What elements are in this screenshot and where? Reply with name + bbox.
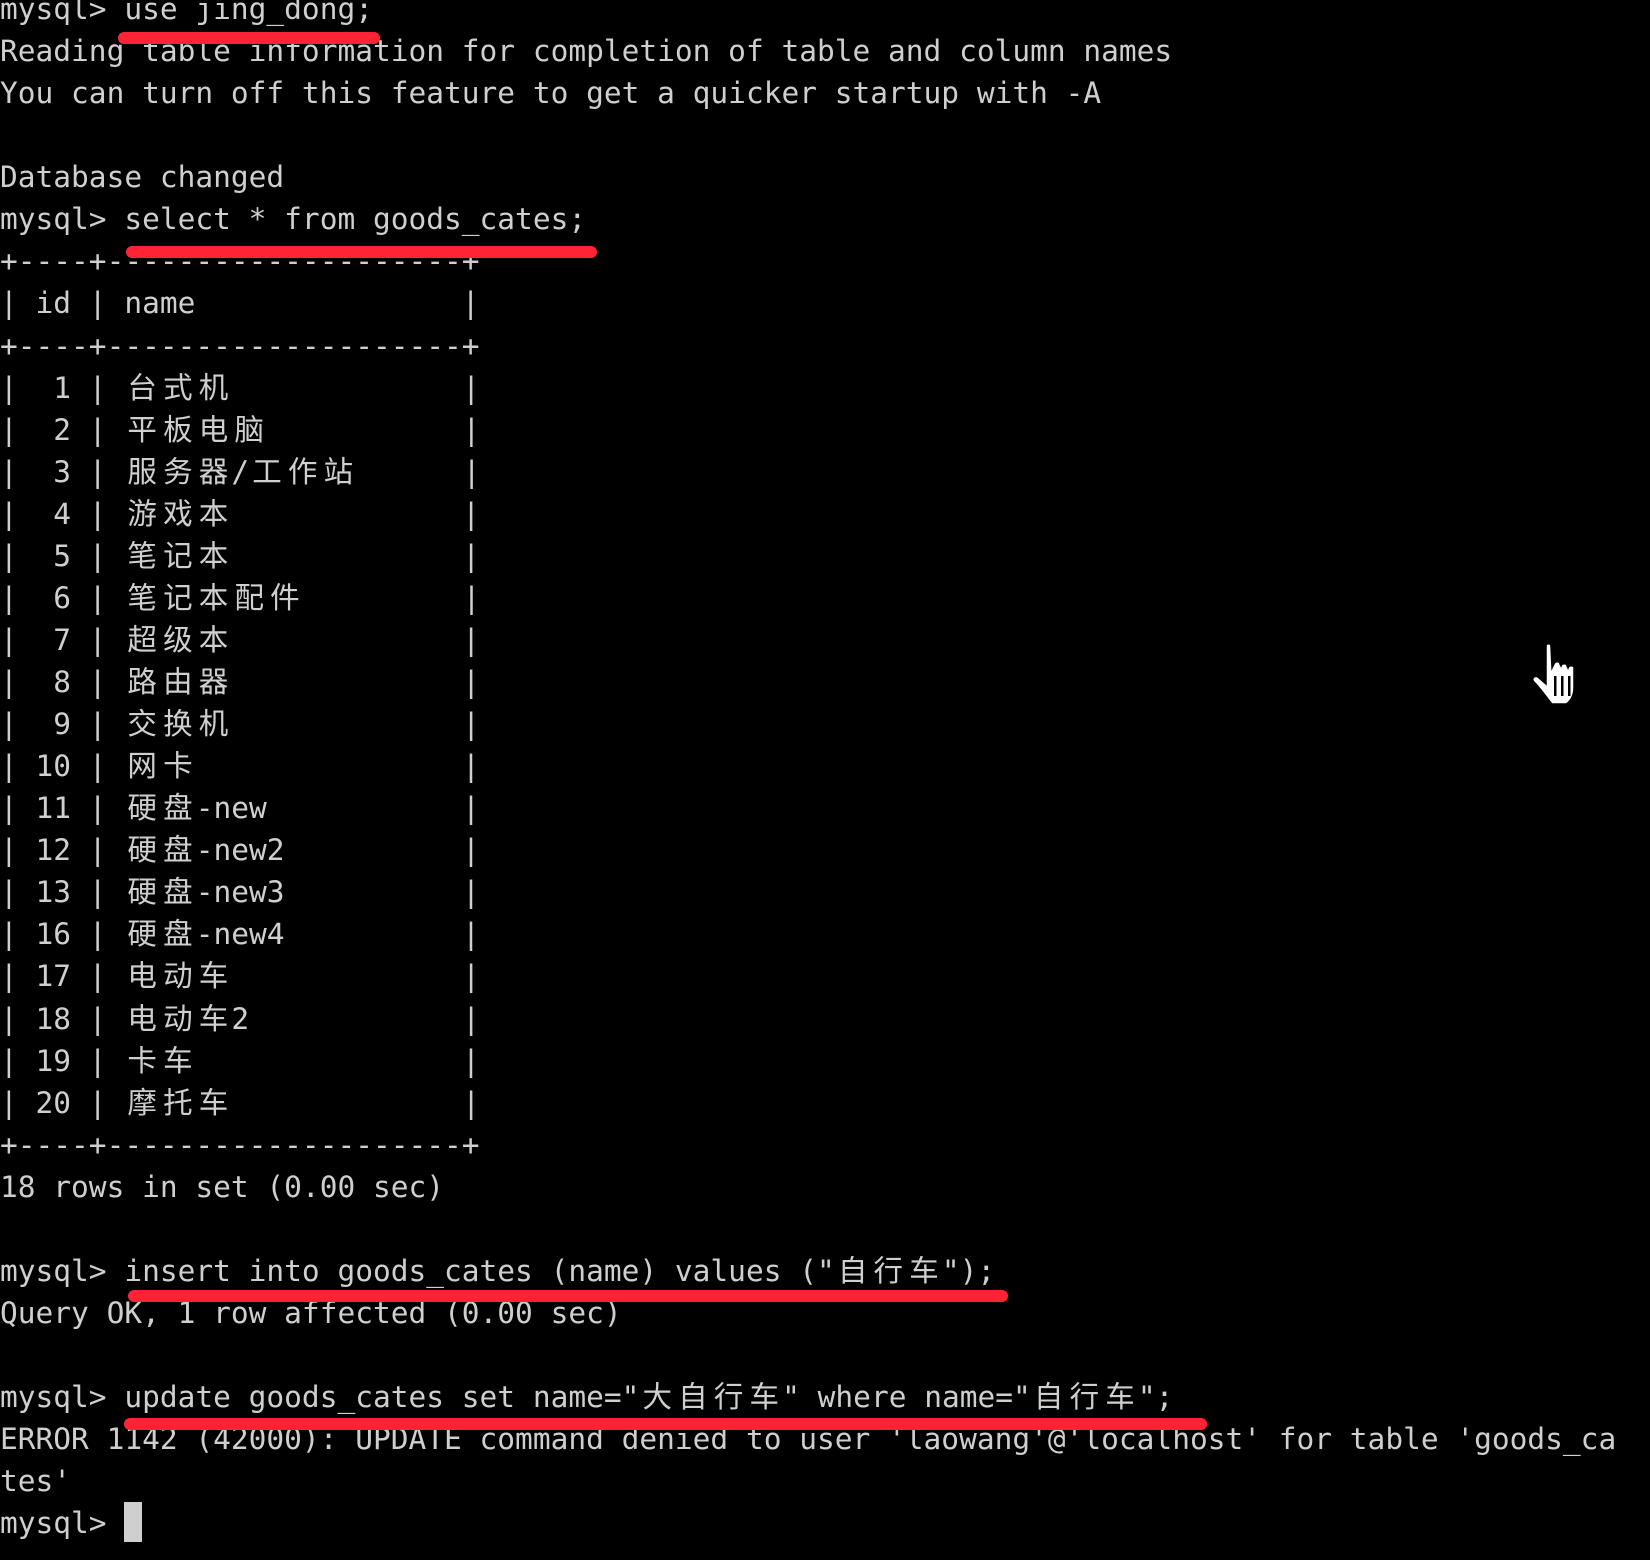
table-row: | 17 | 电动车 |: [0, 959, 481, 994]
table-row: | 2 | 平板电脑 |: [0, 412, 481, 447]
table-row: | 8 | 路由器 |: [0, 665, 481, 699]
command-line: mysql> use jing_dong;: [0, 0, 1650, 30]
table-row: | 9 | 交换机 |: [0, 707, 481, 742]
table-border: +----+--------------------+: [0, 328, 480, 363]
table-row: | 3 | 服务器 / 工作站 |: [0, 454, 481, 489]
table-row: | 1 | 台式机 |: [0, 370, 481, 405]
output-line: You can turn off this feature to get a q…: [0, 76, 1102, 111]
output-line: Database changed: [0, 160, 285, 195]
table-row: | 18 | 电动车2 |: [0, 1001, 481, 1036]
annotation-underline-update: [124, 1418, 1207, 1430]
prompt-line: mysql>: [0, 1502, 1650, 1544]
table-row: | 6 | 笔记本配件 |: [0, 580, 481, 615]
table-row: | 12 | 硬盘 -new2 |: [0, 833, 480, 868]
table-row: | 16 | 硬盘 -new4 |: [0, 917, 480, 952]
prompt-label: mysql>: [0, 0, 125, 26]
table-row: | 19 | 卡车 |: [0, 1043, 480, 1078]
table-row: | 13 | 硬盘 -new3 |: [0, 875, 480, 910]
table-row: | 11 | 硬盘 -new |: [0, 791, 480, 826]
command-text: select * from goods_cates;: [124, 202, 587, 237]
command-text: update goods_cates set name=" 大自行车 " where…: [124, 1380, 1174, 1415]
table-row: | 7 | 超级本 |: [0, 622, 481, 657]
command-text: insert into goods_cates (name) values ("…: [124, 1253, 996, 1288]
prompt-label: mysql>: [0, 202, 125, 237]
table-row: | 5 | 笔记本 |: [0, 538, 481, 573]
table-row: | 20 | 摩托车 |: [0, 1085, 481, 1120]
text-cursor: [124, 1502, 143, 1543]
annotation-underline-select: [126, 246, 597, 258]
terminal-output[interactable]: mysql> use jing_dong; Reading table infor…: [0, 0, 1650, 1544]
command-line: mysql> update goods_cates set name=" 大自行车…: [0, 1376, 1650, 1418]
output-line: tes': [0, 1464, 72, 1499]
table-header: | id | name |: [0, 286, 480, 321]
table-row: | 4 | 游戏本 |: [0, 496, 481, 531]
prompt-label: mysql>: [0, 1253, 125, 1288]
prompt-label: mysql>: [0, 1506, 125, 1541]
command-line: mysql> insert into goods_cates (name) va…: [0, 1250, 1650, 1292]
annotation-underline-insert: [128, 1290, 1008, 1302]
prompt-label: mysql>: [0, 1380, 125, 1415]
command-line: mysql> select * from goods_cates;: [0, 198, 1650, 240]
result-summary: 18 rows in set (0.00 sec): [0, 1169, 445, 1204]
annotation-underline-use: [118, 32, 380, 44]
table-row: | 10 | 网卡 |: [0, 749, 480, 784]
table-border: +----+--------------------+: [0, 1127, 480, 1162]
command-text: use jing_dong;: [124, 0, 373, 26]
hand-pointer-icon: [1532, 643, 1575, 705]
